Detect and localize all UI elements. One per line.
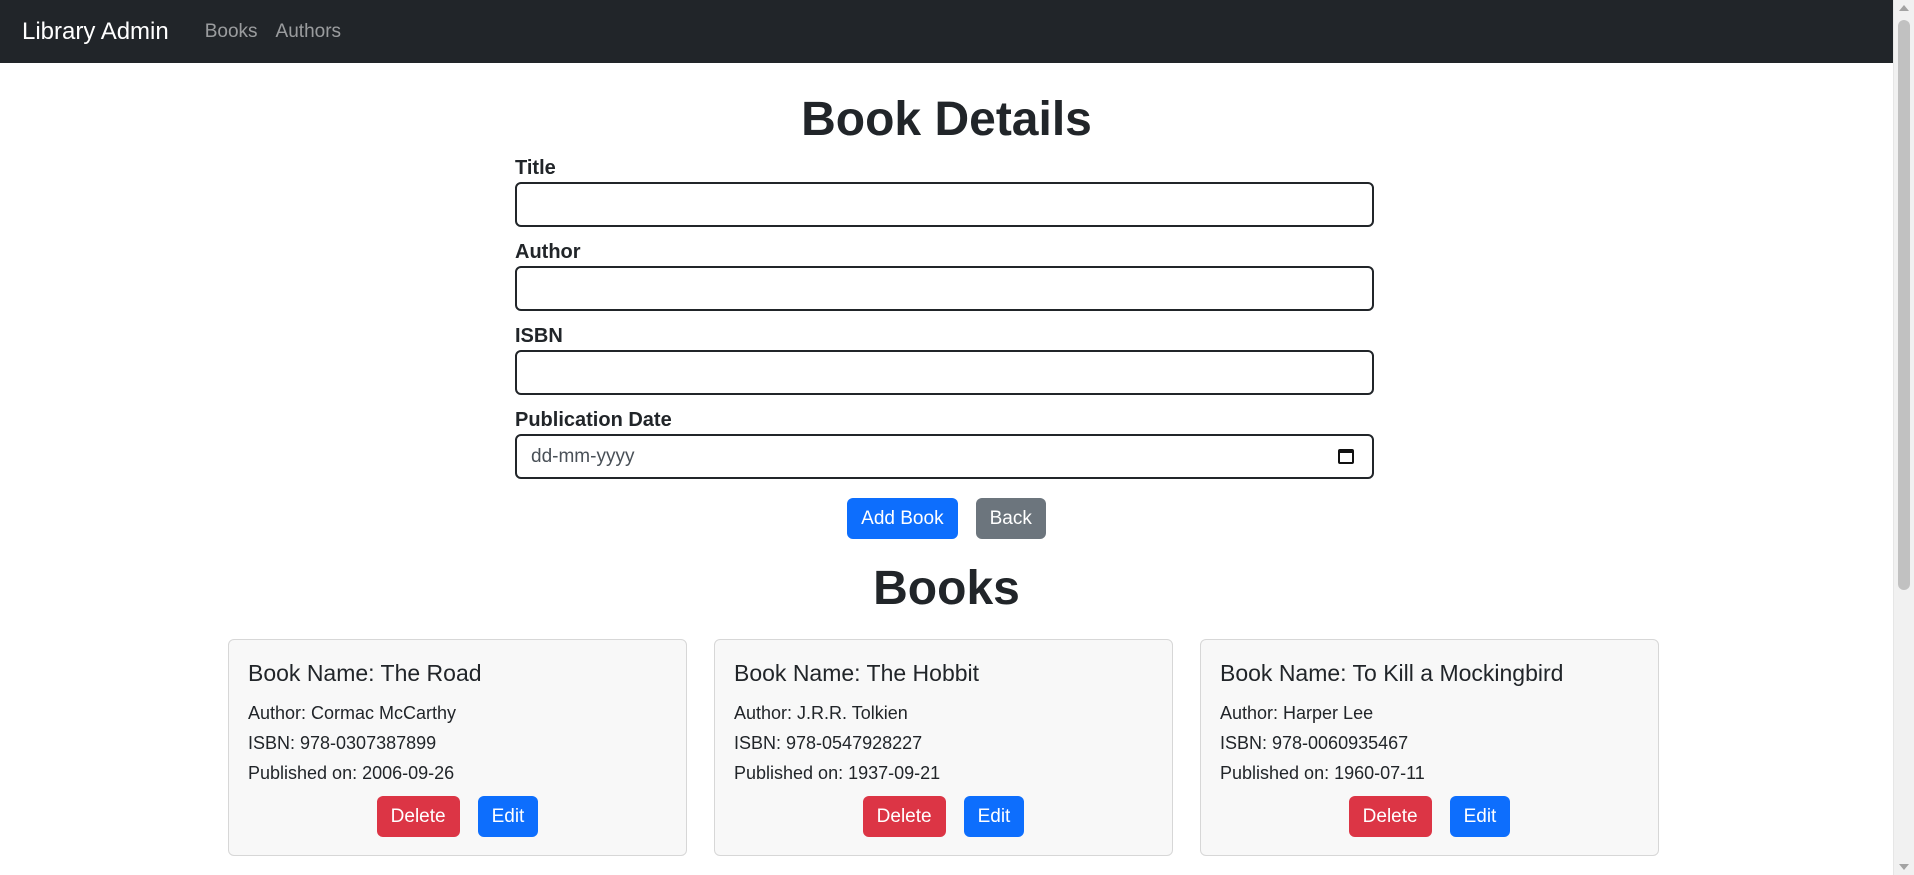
edit-button[interactable]: Edit (963, 796, 1025, 837)
books-heading: Books (873, 562, 1020, 615)
add-book-button[interactable]: Add Book (847, 498, 958, 539)
book-card: Book Name: The Hobbit Author: J.R.R. Tol… (714, 639, 1173, 856)
nav-link-books[interactable]: Books (205, 21, 258, 43)
book-published: Published on: 2006-09-26 (248, 763, 455, 783)
navbar: Library Admin Books Authors (0, 0, 1893, 63)
isbn-input[interactable] (515, 350, 1374, 395)
page-scrollbar[interactable] (1893, 0, 1914, 875)
book-name: Book Name: To Kill a Mockingbird (1220, 660, 1564, 686)
book-author: Author: J.R.R. Tolkien (734, 703, 908, 723)
author-label: Author (515, 241, 581, 263)
form-actions: Add Book Back (0, 498, 1893, 539)
book-isbn: ISBN: 978-0060935467 (1220, 733, 1409, 753)
delete-button[interactable]: Delete (1348, 796, 1432, 837)
brand-link[interactable]: Library Admin (22, 18, 169, 46)
scroll-up-arrow-icon[interactable] (1899, 5, 1909, 11)
calendar-icon[interactable] (1338, 449, 1354, 464)
book-form: Title Author ISBN Publication Date dd-mm… (515, 155, 1374, 491)
book-card: Book Name: The Road Author: Cormac McCar… (228, 639, 687, 856)
isbn-label: ISBN (515, 325, 563, 347)
book-author: Author: Harper Lee (1220, 703, 1374, 723)
scroll-down-arrow-icon[interactable] (1899, 864, 1909, 870)
book-cards: Book Name: The Road Author: Cormac McCar… (228, 639, 1659, 856)
publication-date-placeholder: dd-mm-yyyy (531, 445, 635, 467)
card-actions: Delete Edit (229, 796, 686, 837)
publication-date-input[interactable]: dd-mm-yyyy (515, 434, 1374, 479)
book-published: Published on: 1960-07-11 (1220, 763, 1425, 783)
card-actions: Delete Edit (1201, 796, 1658, 837)
book-published: Published on: 1937-09-21 (734, 763, 941, 783)
scroll-thumb[interactable] (1898, 20, 1910, 590)
book-author: Author: Cormac McCarthy (248, 703, 457, 723)
book-name: Book Name: The Hobbit (734, 660, 980, 686)
book-isbn: ISBN: 978-0547928227 (734, 733, 923, 753)
delete-button[interactable]: Delete (376, 796, 460, 837)
edit-button[interactable]: Edit (1449, 796, 1511, 837)
book-name: Book Name: The Road (248, 660, 482, 686)
delete-button[interactable]: Delete (862, 796, 946, 837)
book-card: Book Name: To Kill a Mockingbird Author:… (1200, 639, 1659, 856)
title-input[interactable] (515, 182, 1374, 227)
book-isbn: ISBN: 978-0307387899 (248, 733, 437, 753)
page-title: Book Details (801, 93, 1092, 146)
nav-link-authors[interactable]: Authors (276, 21, 341, 43)
back-button[interactable]: Back (975, 498, 1046, 539)
title-label: Title (515, 157, 556, 179)
edit-button[interactable]: Edit (477, 796, 539, 837)
publication-date-label: Publication Date (515, 409, 672, 431)
card-actions: Delete Edit (715, 796, 1172, 837)
author-input[interactable] (515, 266, 1374, 311)
